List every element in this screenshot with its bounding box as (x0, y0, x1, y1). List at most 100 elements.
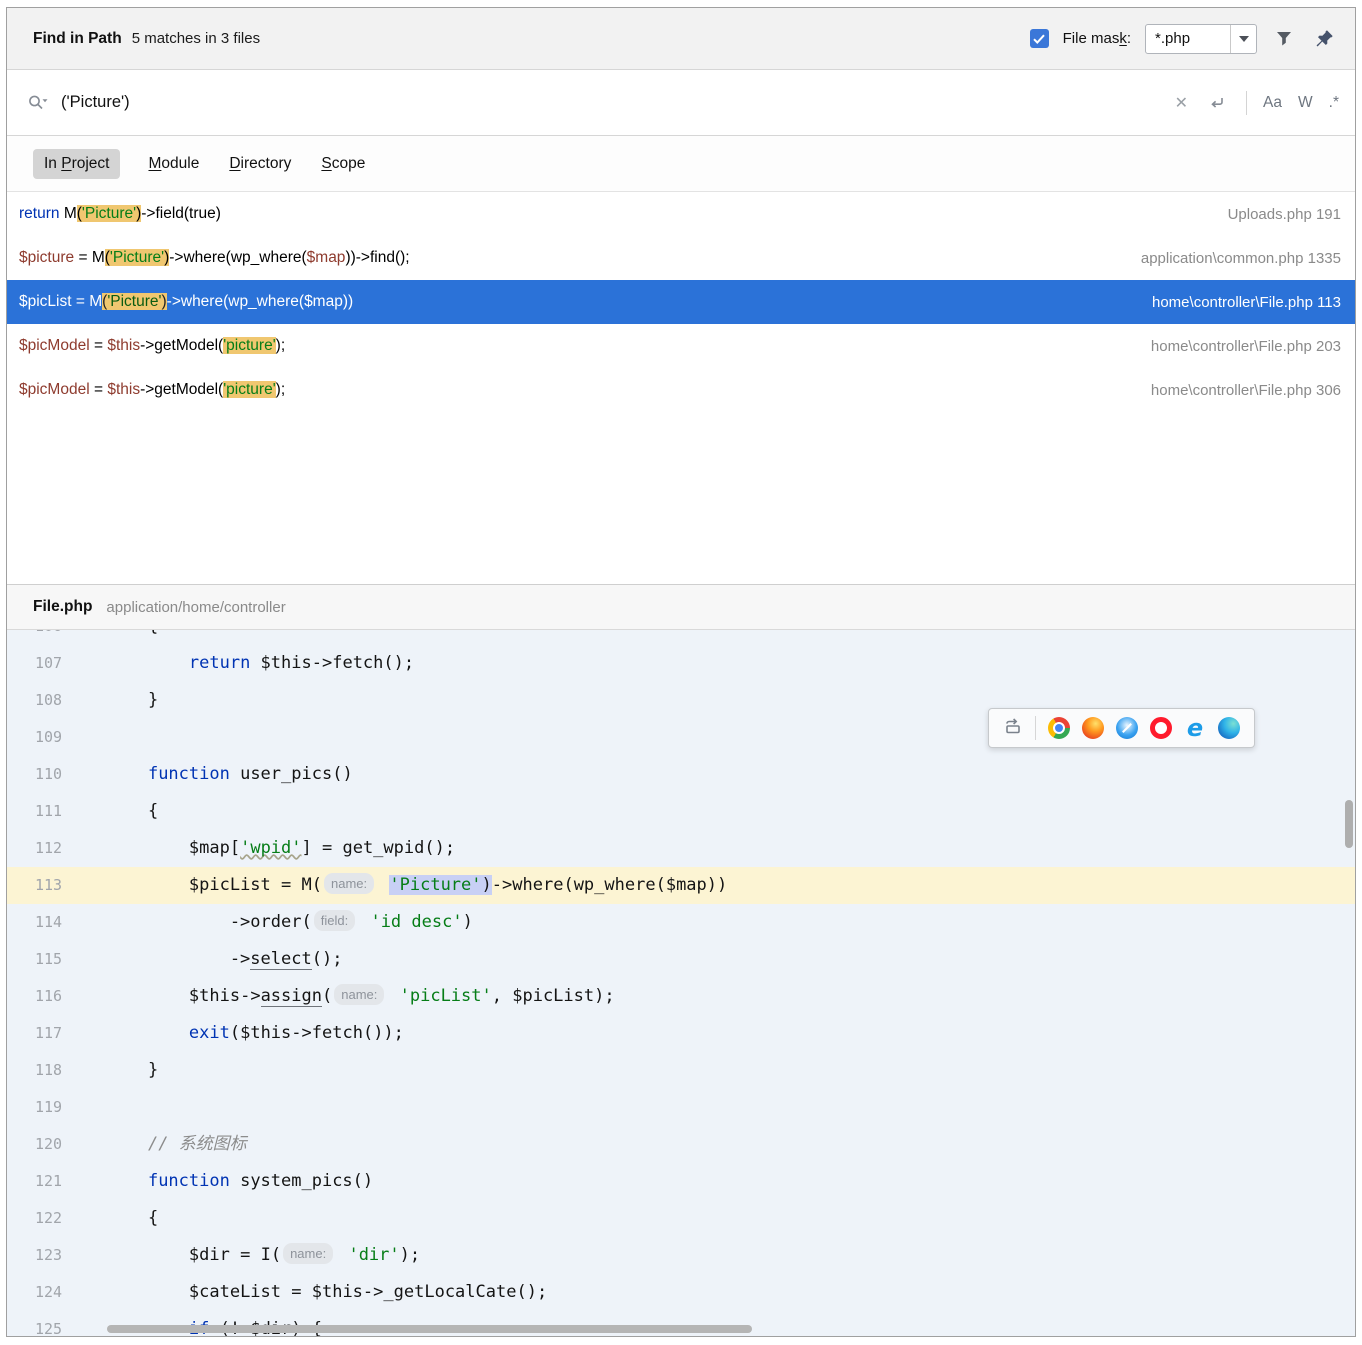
chrome-icon[interactable] (1048, 717, 1070, 739)
built-in-preview-icon[interactable] (1003, 716, 1023, 740)
header: Find in Path 5 matches in 3 files File m… (7, 8, 1355, 70)
code-line[interactable]: 123 $dir = I(name: 'dir'); (7, 1237, 1355, 1274)
file-reference: home\controller\File.php 203 (1121, 338, 1341, 355)
code-text: return $this->fetch(); (107, 645, 414, 682)
code-text: $picList = M(name: 'Picture')->where(wp_… (107, 867, 727, 904)
code-line[interactable]: 122 { (7, 1200, 1355, 1237)
code-text: } (107, 1052, 158, 1089)
preview-filepath: application/home/controller (106, 599, 285, 616)
line-number: 113 (7, 867, 107, 904)
code-text: $dir = I(name: 'dir'); (107, 1237, 420, 1274)
code-line[interactable]: 118 } (7, 1052, 1355, 1089)
scope-tab-module[interactable]: Module (146, 149, 201, 179)
code-text: // 系统图标 (107, 1126, 247, 1163)
editor-match-highlight: 'Picture' (389, 875, 481, 895)
result-code-text: $picModel = $this->getModel('picture'); (19, 337, 285, 355)
code-line[interactable]: 111 { (7, 793, 1355, 830)
result-code-text: $picture = M('Picture')->where(wp_where(… (19, 249, 410, 267)
firefox-icon[interactable] (1082, 717, 1104, 739)
line-number: 119 (7, 1089, 107, 1126)
dialog-title: Find in Path (33, 30, 122, 48)
code-text: ->select(); (107, 941, 342, 978)
code-text: function system_pics() (107, 1163, 373, 1200)
line-number: 125 (7, 1311, 107, 1336)
result-row[interactable]: $picModel = $this->getModel('picture');h… (7, 368, 1355, 412)
result-row[interactable]: return M('Picture')->field(true)Uploads.… (7, 192, 1355, 236)
code-line[interactable]: 121 function system_pics() (7, 1163, 1355, 1200)
line-number: 120 (7, 1126, 107, 1163)
code-line[interactable]: 115 ->select(); (7, 941, 1355, 978)
parameter-hint: name: (324, 873, 374, 894)
combo-dropdown-button[interactable] (1230, 25, 1256, 53)
code-line[interactable]: 116 $this->assign(name: 'picList', $picL… (7, 978, 1355, 1015)
code-line[interactable]: 120 // 系统图标 (7, 1126, 1355, 1163)
regex-toggle[interactable]: .* (1329, 94, 1339, 112)
code-line[interactable]: 106 { (7, 630, 1355, 645)
internet-explorer-icon[interactable]: e (1184, 717, 1206, 739)
preview-filename: File.php (33, 598, 92, 616)
code-line[interactable]: 113 $picList = M(name: 'Picture')->where… (7, 867, 1355, 904)
search-input[interactable] (61, 93, 1165, 112)
edge-icon[interactable] (1218, 717, 1240, 739)
scope-tab-in-project[interactable]: In Project (33, 149, 120, 179)
code-line[interactable]: 110 function user_pics() (7, 756, 1355, 793)
horizontal-scrollbar[interactable] (107, 1325, 752, 1333)
code-line[interactable]: 124 $cateList = $this->_getLocalCate(); (7, 1274, 1355, 1311)
parameter-hint: field: (314, 910, 355, 931)
code-line[interactable]: 117 exit($this->fetch()); (7, 1015, 1355, 1052)
file-mask-checkbox[interactable] (1030, 29, 1049, 48)
popup-separator (1035, 716, 1036, 740)
line-number: 115 (7, 941, 107, 978)
search-with-history-icon[interactable] (25, 90, 51, 116)
search-row: ✕ Aa W .* (7, 70, 1355, 136)
line-number: 107 (7, 645, 107, 682)
clear-icon[interactable]: ✕ (1175, 93, 1188, 113)
scope-tab-directory[interactable]: Directory (227, 149, 293, 179)
code-line[interactable]: 107 return $this->fetch(); (7, 645, 1355, 682)
editor-match-highlight: ) (482, 875, 492, 895)
file-mask-combo[interactable]: *.php (1145, 24, 1257, 54)
toolbar-separator (1246, 91, 1247, 115)
code-text: ->order(field: 'id desc') (107, 904, 473, 941)
result-code-text: $picModel = $this->getModel('picture'); (19, 381, 285, 399)
file-mask-value: *.php (1146, 30, 1230, 47)
code-line[interactable]: 114 ->order(field: 'id desc') (7, 904, 1355, 941)
line-number: 124 (7, 1274, 107, 1311)
words-toggle[interactable]: W (1298, 94, 1313, 112)
code-editor[interactable]: 106 {107 return $this->fetch();108 }1091… (7, 630, 1355, 1336)
preview-header: File.php application/home/controller (7, 584, 1355, 630)
result-row[interactable]: $picList = M('Picture')->where(wp_where(… (7, 280, 1355, 324)
code-text: $this->assign(name: 'picList', $picList)… (107, 978, 615, 1015)
match-summary: 5 matches in 3 files (132, 30, 260, 47)
code-text: function user_pics() (107, 756, 353, 793)
line-number: 114 (7, 904, 107, 941)
code-text: { (107, 630, 158, 645)
scope-tab-scope[interactable]: Scope (319, 149, 367, 179)
code-text: exit($this->fetch()); (107, 1015, 404, 1052)
result-row[interactable]: $picture = M('Picture')->where(wp_where(… (7, 236, 1355, 280)
filter-icon[interactable] (1271, 26, 1297, 52)
file-mask-label[interactable]: File mask: (1063, 30, 1131, 47)
line-number: 112 (7, 830, 107, 867)
line-number: 109 (7, 719, 107, 756)
header-controls: File mask: *.php (1030, 24, 1337, 54)
code-line[interactable]: 119 (7, 1089, 1355, 1126)
match-highlight: 'Picture' (110, 249, 164, 266)
line-number: 106 (7, 630, 107, 645)
safari-icon[interactable] (1116, 717, 1138, 739)
open-in-browser-popup: e (988, 708, 1255, 748)
file-reference: Uploads.php 191 (1198, 206, 1341, 223)
code-text: $cateList = $this->_getLocalCate(); (107, 1274, 547, 1311)
code-line[interactable]: 112 $map['wpid'] = get_wpid(); (7, 830, 1355, 867)
vertical-scrollbar[interactable] (1345, 800, 1353, 848)
line-number: 122 (7, 1200, 107, 1237)
file-reference: home\controller\File.php 113 (1122, 294, 1341, 311)
line-number: 110 (7, 756, 107, 793)
match-highlight: 'Picture' (82, 205, 136, 222)
pin-icon[interactable] (1311, 26, 1337, 52)
result-row[interactable]: $picModel = $this->getModel('picture'); h… (7, 324, 1355, 368)
code-text: } (107, 682, 158, 719)
opera-icon[interactable] (1150, 717, 1172, 739)
match-case-toggle[interactable]: Aa (1263, 94, 1282, 112)
new-line-icon[interactable] (1204, 90, 1230, 116)
